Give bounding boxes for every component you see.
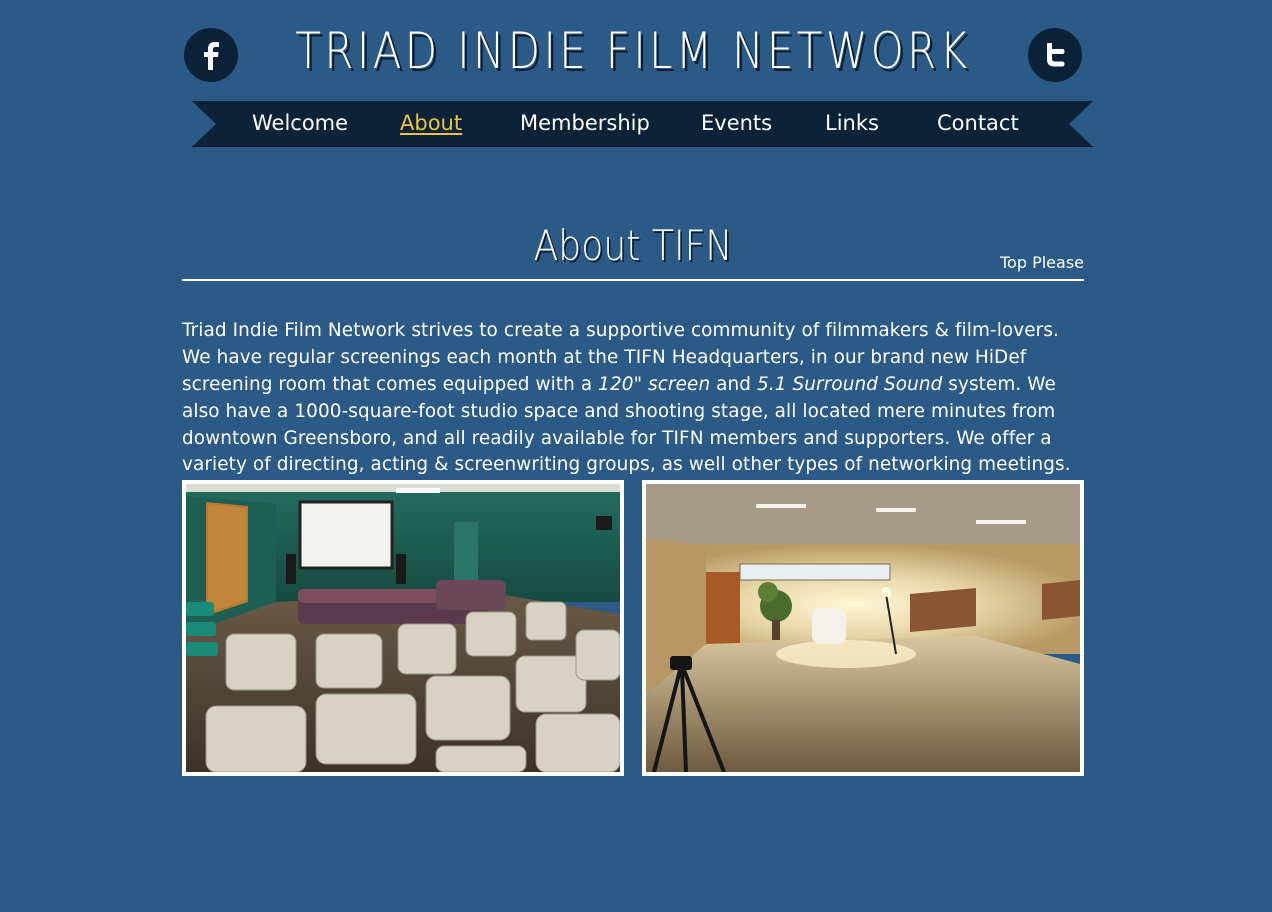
nav-item-welcome[interactable]: Welcome bbox=[252, 111, 348, 135]
site-title[interactable]: TRIAD INDIE FILM NETWORK bbox=[254, 22, 1012, 80]
top-link[interactable]: Top Please bbox=[1000, 253, 1084, 272]
nav-item-links[interactable]: Links bbox=[825, 111, 879, 135]
nav-item-about[interactable]: About bbox=[400, 111, 462, 135]
facebook-icon bbox=[204, 42, 219, 70]
twitter-icon bbox=[1047, 43, 1065, 67]
twitter-button[interactable] bbox=[1028, 28, 1082, 82]
page-title: About TIFN bbox=[533, 221, 733, 270]
nav-item-membership[interactable]: Membership bbox=[520, 111, 650, 135]
studio-space-photo bbox=[642, 480, 1084, 776]
intro-text-2: and bbox=[710, 373, 758, 395]
intro-emphasis-screen: 120" screen bbox=[598, 373, 711, 395]
main-nav: Welcome About Membership Events Links Co… bbox=[192, 101, 1093, 147]
page-container: TRIAD INDIE FILM NETWORK Welcome About M… bbox=[182, 0, 1093, 776]
intro-paragraph: Triad Indie Film Network strives to crea… bbox=[182, 318, 1084, 479]
nav-item-events[interactable]: Events bbox=[701, 111, 772, 135]
site-header: TRIAD INDIE FILM NETWORK bbox=[182, 0, 1084, 100]
screening-room-photo bbox=[182, 480, 624, 776]
intro-emphasis-sound: 5.1 Surround Sound bbox=[757, 373, 943, 395]
facebook-button[interactable] bbox=[184, 28, 238, 82]
nav-item-contact[interactable]: Contact bbox=[937, 111, 1019, 135]
section-header: About TIFN Top Please bbox=[182, 215, 1084, 281]
